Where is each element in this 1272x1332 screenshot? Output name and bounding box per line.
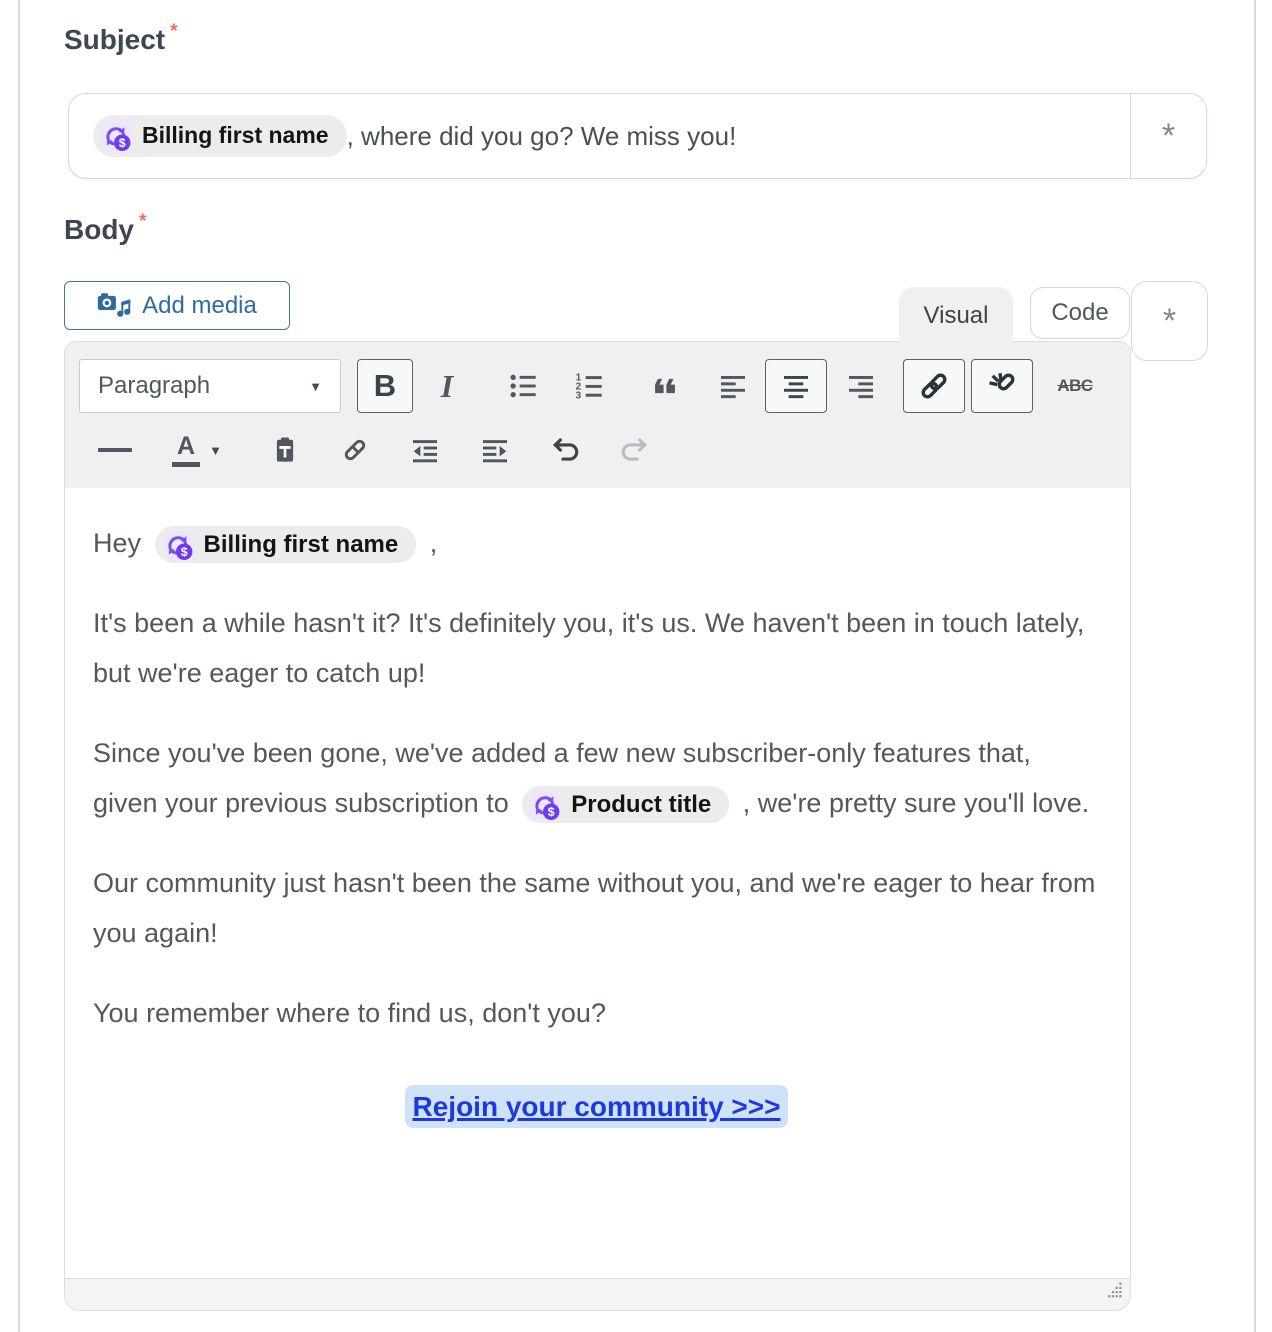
greeting-paragraph: Hey $ Billing first name: [93, 518, 1100, 568]
numbered-list-icon: 1 2 3: [573, 370, 605, 402]
merge-tag-billing-first-name[interactable]: $ Billing first name: [93, 115, 347, 157]
paste-as-text-button[interactable]: [261, 426, 309, 474]
editor-toolbar: Paragraph ▼ B I 1 2 3: [65, 342, 1130, 488]
greeting-prefix: Hey: [93, 528, 141, 558]
add-media-icon: [97, 290, 131, 321]
align-left-icon: [717, 370, 749, 402]
text-color-icon: A: [172, 434, 200, 467]
subject-personalize-button[interactable]: *: [1131, 94, 1206, 178]
toolbar-row-2: A ▼: [79, 424, 1116, 476]
link-icon: [917, 369, 951, 403]
paragraph-text: , we're pretty sure you'll love.: [743, 788, 1089, 818]
undo-button[interactable]: [543, 426, 591, 474]
add-media-button[interactable]: Add media: [64, 281, 290, 330]
merge-tag-product-title[interactable]: $ Product title: [522, 786, 729, 823]
editor-statusbar: [65, 1278, 1130, 1310]
chevron-down-icon: ▼: [309, 379, 322, 394]
subject-text: , where did you go? We miss you!: [347, 121, 737, 152]
unlink-icon: [985, 369, 1019, 403]
svg-text:$: $: [119, 136, 126, 150]
editor-paragraph: It's been a while hasn't it? It's defini…: [93, 598, 1100, 698]
toolbar-row-1: Paragraph ▼ B I 1 2 3: [79, 356, 1116, 416]
body-label-text: Body: [64, 214, 134, 245]
rejoin-community-link[interactable]: Rejoin your community >>>: [405, 1085, 789, 1128]
eraser-icon: [340, 435, 370, 465]
paragraph-style-select[interactable]: Paragraph ▼: [79, 359, 341, 413]
svg-text:$: $: [180, 545, 187, 559]
horizontal-rule-button[interactable]: [91, 426, 139, 474]
add-media-label: Add media: [142, 292, 257, 320]
merge-tag-label: Product title: [571, 789, 711, 820]
chevron-down-icon: ▼: [209, 443, 222, 458]
bold-button[interactable]: B: [357, 359, 413, 413]
body-label: Body*: [64, 214, 146, 246]
blockquote-button[interactable]: [641, 359, 689, 413]
clear-formatting-button[interactable]: [331, 426, 379, 474]
required-asterisk: *: [139, 211, 146, 232]
merge-tag-label: Billing first name: [142, 122, 329, 150]
subject-label-text: Subject: [64, 24, 165, 55]
indent-button[interactable]: [471, 426, 519, 474]
align-right-button[interactable]: [837, 359, 885, 413]
undo-icon: [551, 434, 583, 466]
italic-icon: I: [441, 368, 453, 405]
outdent-button[interactable]: [401, 426, 449, 474]
horizontal-rule-icon: [98, 448, 132, 452]
redo-button[interactable]: [609, 426, 657, 474]
unlink-button[interactable]: [971, 359, 1033, 413]
merge-sync-icon: $: [530, 790, 560, 820]
blockquote-icon: [648, 369, 682, 403]
align-right-icon: [845, 370, 877, 402]
editor-content-area[interactable]: Hey $ Billing first name: [65, 488, 1130, 1276]
align-center-icon: [780, 370, 812, 402]
bold-icon: B: [374, 368, 396, 404]
body-personalize-button[interactable]: *: [1131, 281, 1208, 361]
body-editor: Paragraph ▼ B I 1 2 3: [64, 341, 1131, 1311]
align-center-button[interactable]: [765, 359, 827, 413]
subject-label: Subject*: [64, 24, 178, 56]
outdent-icon: [409, 434, 441, 466]
paste-as-text-icon: [270, 435, 300, 465]
link-button[interactable]: [903, 359, 965, 413]
merge-sync-icon: $: [101, 121, 131, 151]
merge-tag-billing-first-name[interactable]: $ Billing first name: [155, 526, 417, 563]
italic-button[interactable]: I: [421, 359, 473, 413]
tab-code[interactable]: Code: [1030, 287, 1130, 339]
editor-paragraph: You remember where to find us, don't you…: [93, 988, 1100, 1038]
indent-icon: [479, 434, 511, 466]
strikethrough-icon: ABC: [1057, 376, 1092, 396]
bulleted-list-icon: [507, 370, 539, 402]
text-color-button[interactable]: A ▼: [159, 426, 235, 474]
strikethrough-button[interactable]: ABC: [1047, 359, 1103, 413]
redo-icon: [617, 434, 649, 466]
paragraph-select-value: Paragraph: [98, 372, 210, 400]
required-asterisk: *: [170, 21, 177, 42]
subject-input[interactable]: $ Billing first name , where did you go?…: [69, 94, 1130, 178]
merge-sync-icon: $: [163, 530, 193, 560]
editor-paragraph: Our community just hasn't been the same …: [93, 858, 1100, 958]
cta-paragraph: Rejoin your community >>>: [93, 1082, 1100, 1132]
numbered-list-button[interactable]: 1 2 3: [565, 359, 613, 413]
resize-grip[interactable]: [1097, 1281, 1123, 1305]
bulleted-list-button[interactable]: [499, 359, 547, 413]
svg-text:3: 3: [576, 391, 582, 402]
editor-paragraph: Since you've been gone, we've added a fe…: [93, 728, 1100, 828]
subject-input-group: $ Billing first name , where did you go?…: [68, 93, 1207, 179]
tab-visual[interactable]: Visual: [899, 287, 1013, 345]
greeting-suffix: ,: [430, 528, 438, 558]
merge-tag-label: Billing first name: [204, 529, 399, 560]
align-left-button[interactable]: [709, 359, 757, 413]
svg-text:$: $: [548, 805, 555, 819]
